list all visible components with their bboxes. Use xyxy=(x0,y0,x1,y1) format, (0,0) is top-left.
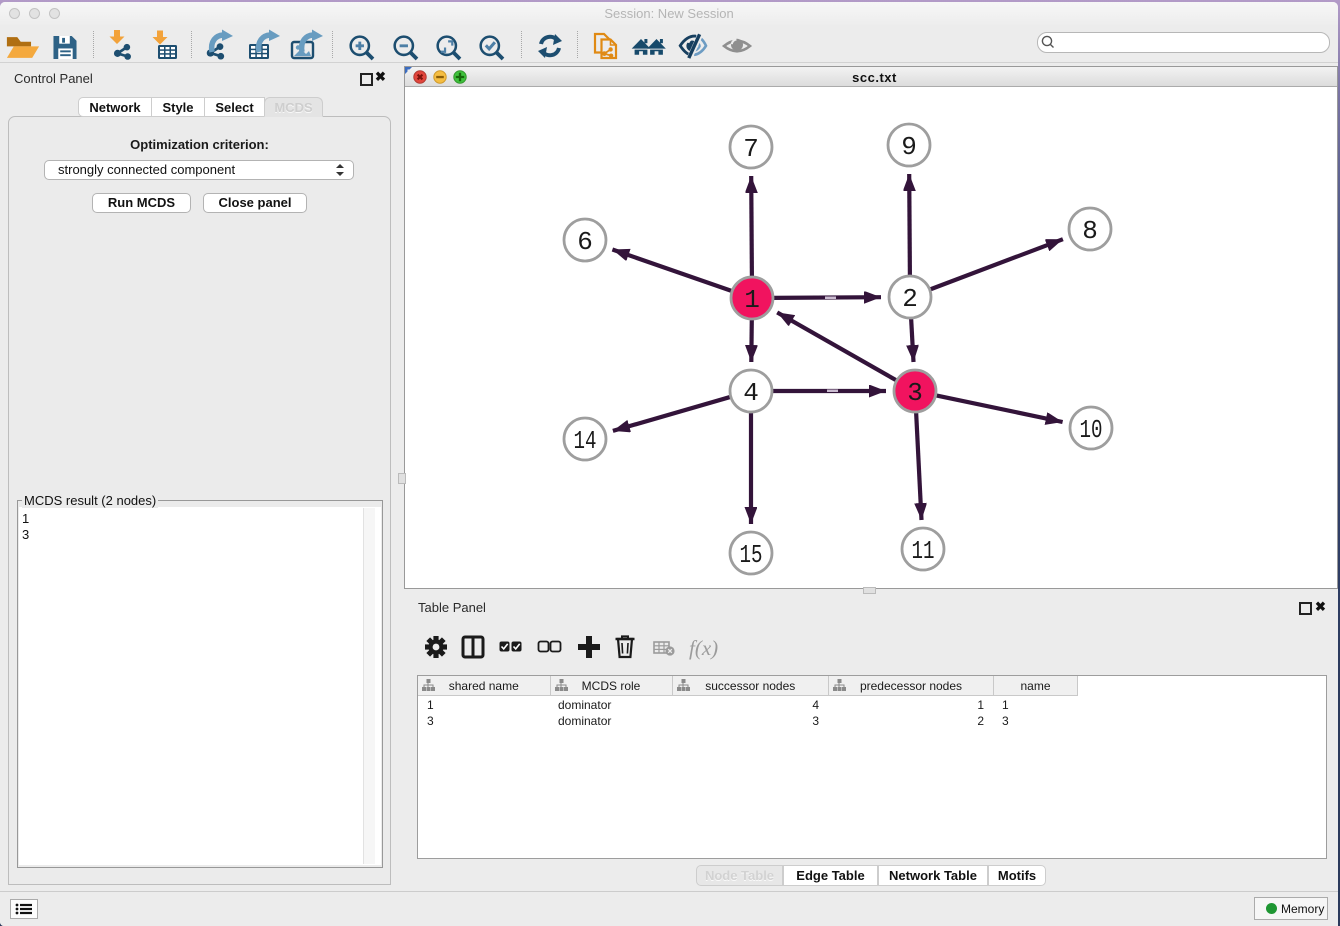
svg-text:1: 1 xyxy=(744,285,760,315)
svg-text:2: 2 xyxy=(902,284,918,314)
svg-text:10: 10 xyxy=(1080,415,1103,445)
svg-text:f(x): f(x) xyxy=(689,636,718,660)
svg-text:7: 7 xyxy=(743,134,759,164)
svg-text:15: 15 xyxy=(740,540,763,570)
svg-text:14: 14 xyxy=(574,426,597,456)
svg-text:4: 4 xyxy=(743,378,759,408)
svg-text:6: 6 xyxy=(577,227,593,257)
svg-text:11: 11 xyxy=(912,536,935,566)
svg-text:3: 3 xyxy=(907,378,923,408)
svg-text:9: 9 xyxy=(901,132,917,162)
svg-text:8: 8 xyxy=(1082,216,1098,246)
